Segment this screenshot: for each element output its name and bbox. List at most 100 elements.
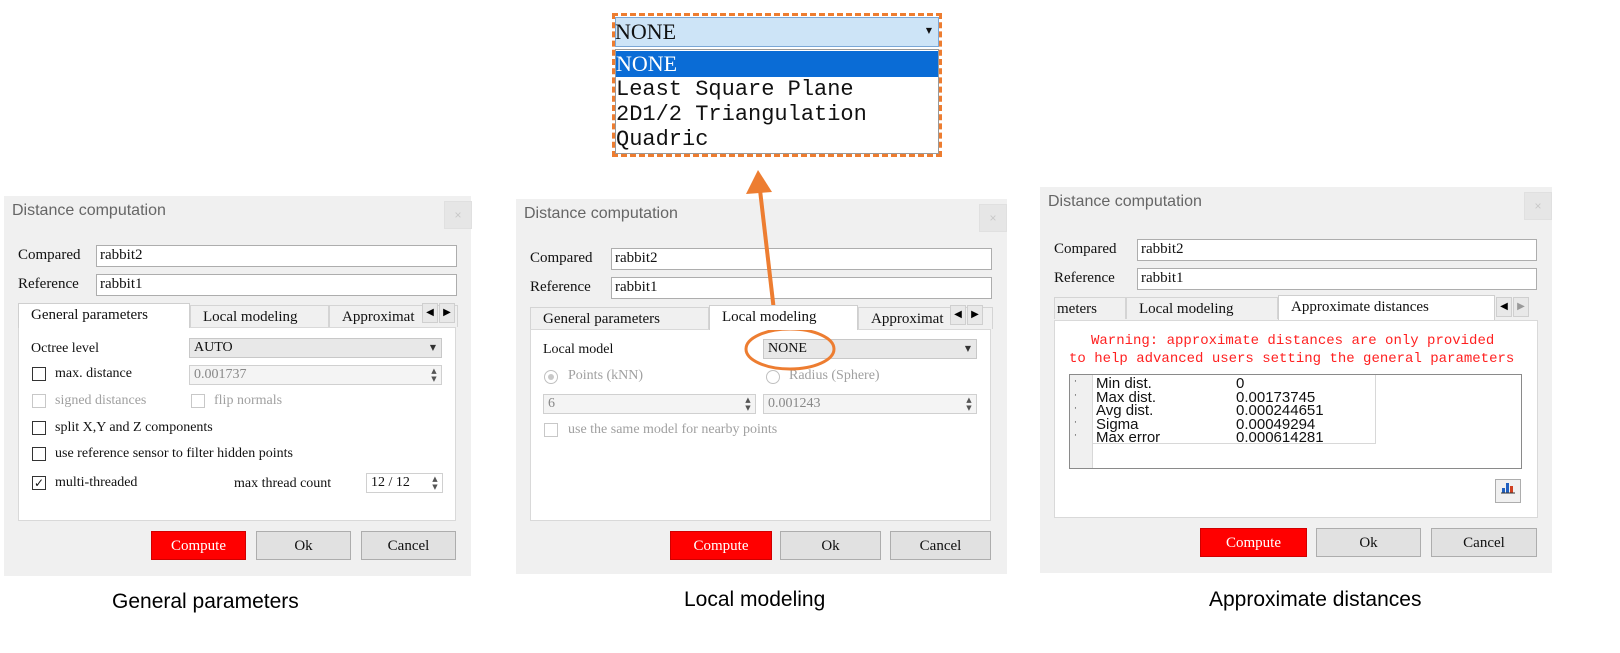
spin-arrows-icon[interactable]: ▲ ▼: [743, 396, 753, 412]
radius-spinbox[interactable]: 0.001243 ▲ ▼: [763, 394, 977, 414]
chevron-right-icon[interactable]: ▶: [439, 303, 455, 323]
tab-bar: General parameters Local modeling Approx…: [18, 303, 458, 328]
close-icon[interactable]: ×: [1524, 192, 1552, 220]
tab-general-parameters[interactable]: meters: [1054, 297, 1126, 319]
split-components-checkbox[interactable]: [32, 421, 46, 435]
max-thread-label: max thread count: [234, 476, 332, 491]
same-model-label: use the same model for nearby points: [568, 422, 778, 437]
chevron-left-icon[interactable]: ◀: [1496, 297, 1512, 317]
radius-sphere-label: Radius (Sphere): [789, 368, 880, 383]
split-components-label: split X,Y and Z components: [55, 420, 213, 435]
compared-label: Compared: [1054, 241, 1117, 257]
dialog-local: Distance computation × Compared rabbit2 …: [516, 199, 1007, 574]
compute-button[interactable]: Compute: [1200, 528, 1307, 557]
tab-local-modeling[interactable]: Local modeling: [1126, 297, 1278, 319]
histogram-button[interactable]: [1495, 479, 1521, 503]
sensor-filter-label: use reference sensor to filter hidden po…: [55, 446, 293, 461]
chevron-right-icon[interactable]: ▶: [967, 305, 983, 325]
reference-label: Reference: [18, 276, 79, 292]
tab-scroll: ◀ ▶: [950, 305, 984, 325]
max-thread-value: 12 / 12: [371, 475, 410, 490]
chevron-down-icon: ▼: [925, 26, 932, 35]
compared-field[interactable]: rabbit2: [1137, 239, 1537, 261]
ok-button[interactable]: Ok: [1316, 528, 1421, 557]
stat-value: 0.000614281: [1236, 429, 1324, 446]
compared-field[interactable]: rabbit2: [96, 245, 457, 267]
dropdown-option-quadric[interactable]: Quadric: [616, 127, 939, 153]
caption-general: General parameters: [112, 590, 299, 613]
close-icon[interactable]: ×: [979, 204, 1007, 232]
chevron-down-icon: ▼: [964, 344, 971, 353]
multithreaded-checkbox[interactable]: ✓: [32, 476, 46, 490]
chevron-left-icon[interactable]: ◀: [422, 303, 438, 323]
sensor-filter-checkbox[interactable]: [32, 447, 46, 461]
tab-general-parameters[interactable]: General parameters: [530, 307, 709, 329]
caption-local: Local modeling: [684, 588, 826, 611]
tab-general-parameters[interactable]: General parameters: [18, 303, 190, 328]
row-index: ·: [1074, 377, 1077, 387]
warning-line-2: to help advanced users setting the gener…: [1069, 351, 1515, 367]
dropdown-selected: NONE: [615, 19, 677, 44]
points-knn-radio[interactable]: [544, 370, 558, 384]
ok-button[interactable]: Ok: [780, 531, 881, 560]
compute-button[interactable]: Compute: [151, 531, 246, 560]
dropdown-option-least-square-plane[interactable]: Least Square Plane: [616, 77, 939, 103]
points-spinbox[interactable]: 6 ▲ ▼: [543, 394, 756, 414]
chevron-right-icon[interactable]: ▶: [1513, 297, 1529, 317]
stat-name: Max error: [1096, 429, 1161, 446]
dropdown-option-none[interactable]: NONE: [616, 51, 938, 77]
compared-label: Compared: [530, 250, 593, 266]
arrow-head-icon: [746, 170, 772, 194]
tab-bar: General parameters Local modeling Approx…: [530, 305, 993, 330]
compared-field[interactable]: rabbit2: [611, 248, 992, 270]
signed-distances-checkbox[interactable]: [32, 394, 46, 408]
spin-arrows-icon[interactable]: ▲ ▼: [964, 396, 974, 412]
multithreaded-label: multi-threaded: [55, 475, 138, 490]
reference-field[interactable]: rabbit1: [96, 274, 457, 296]
cancel-button[interactable]: Cancel: [361, 531, 456, 560]
check-icon: ✓: [33, 476, 45, 490]
radius-sphere-radio[interactable]: [766, 370, 780, 384]
signed-distances-label: signed distances: [55, 393, 147, 408]
row-index: ·: [1074, 417, 1077, 428]
octree-select[interactable]: AUTO ▼: [189, 338, 442, 358]
compared-label: Compared: [18, 247, 81, 263]
max-thread-spinbox[interactable]: 12 / 12 ▲ ▼: [366, 473, 443, 493]
points-value: 6: [548, 396, 555, 411]
reference-field[interactable]: rabbit1: [1137, 268, 1537, 290]
max-distance-spinbox[interactable]: 0.001737 ▲ ▼: [189, 365, 442, 385]
warning-line-1: Warning: approximate distances are only …: [1091, 333, 1495, 349]
compute-button[interactable]: Compute: [670, 531, 772, 560]
reference-label: Reference: [530, 279, 591, 295]
stats-row: · Max error 0.000614281: [1070, 429, 1375, 446]
reference-field[interactable]: rabbit1: [611, 277, 992, 299]
tab-local-modeling[interactable]: Local modeling: [190, 305, 329, 327]
stats-table: · Min dist. 0 · Max dist. 0.00173745 · Avg dist…: [1069, 374, 1522, 469]
tab-local-modeling[interactable]: Local modeling: [709, 305, 858, 330]
close-icon[interactable]: ×: [444, 201, 472, 229]
row-index: ·: [1074, 404, 1077, 414]
tab-scroll: ◀ ▶: [1496, 297, 1530, 317]
caption-approx: Approximate distances: [1209, 588, 1422, 611]
max-distance-value: 0.001737: [194, 367, 247, 382]
same-model-checkbox[interactable]: [544, 423, 558, 437]
spin-arrows-icon[interactable]: ▲ ▼: [430, 475, 440, 491]
cancel-button[interactable]: Cancel: [890, 531, 991, 560]
tab-approximate-distances[interactable]: Approximate distances: [1278, 295, 1495, 320]
flip-normals-checkbox[interactable]: [191, 394, 205, 408]
ok-button[interactable]: Ok: [256, 531, 351, 560]
octree-value: AUTO: [194, 340, 233, 355]
chevron-left-icon[interactable]: ◀: [950, 305, 966, 325]
dialog-approx: Distance computation × Compared rabbit2 …: [1040, 187, 1552, 573]
dropdown-option-triangulation[interactable]: 2D1/2 Triangulation: [616, 102, 939, 128]
tab-bar: meters Local modeling Approximate distan…: [1054, 295, 1539, 320]
spin-arrows-icon[interactable]: ▲ ▼: [429, 367, 439, 383]
local-model-select[interactable]: NONE ▼: [763, 339, 977, 359]
local-model-value: NONE: [768, 341, 807, 356]
cancel-button[interactable]: Cancel: [1431, 528, 1537, 557]
max-distance-checkbox[interactable]: [32, 367, 46, 381]
chevron-down-icon: ▼: [429, 343, 436, 352]
dropdown-header[interactable]: NONE ▼: [615, 17, 939, 47]
tab-scroll: ◀ ▶: [422, 303, 456, 323]
flip-normals-label: flip normals: [214, 393, 283, 408]
